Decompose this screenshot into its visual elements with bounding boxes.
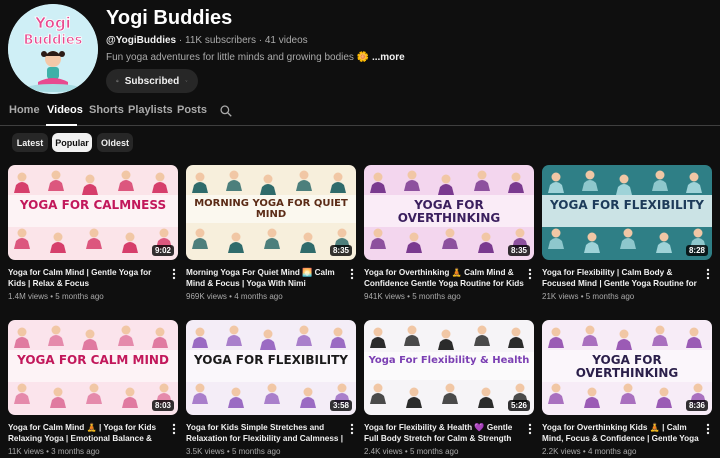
more-options-icon[interactable] — [526, 268, 534, 280]
upload-age: 4 months ago — [587, 447, 637, 456]
thumbnail-title-text: YOGA FOR FLEXIBILITY — [550, 198, 704, 212]
view-count: 1.4M views — [8, 292, 49, 301]
video-duration: 9:02 — [151, 245, 174, 256]
video-meta: 1.4M views • 5 months ago — [8, 292, 104, 301]
channel-avatar[interactable]: Yogi Buddies — [8, 4, 98, 94]
channel-meta: @YogiBuddies · 11K subscribers · 41 vide… — [106, 35, 308, 46]
thumbnail-title-text: YOGA FOR CALM MIND — [17, 353, 169, 367]
video-duration: 8:03 — [151, 400, 174, 411]
more-options-icon[interactable] — [348, 268, 356, 280]
more-options-icon[interactable] — [170, 423, 178, 435]
video-meta: 969K views • 4 months ago — [186, 292, 283, 301]
video-title[interactable]: Morning Yoga For Quiet Mind 🌅 Calm Mind … — [186, 267, 346, 289]
more-options-icon[interactable] — [526, 423, 534, 435]
bell-icon — [116, 79, 119, 83]
video-thumbnail[interactable]: YOGA FOR CALM MIND 8:03 — [8, 320, 178, 415]
channel-handle: @YogiBuddies — [106, 35, 177, 46]
more-link[interactable]: ...more — [372, 52, 405, 63]
tab-videos[interactable]: Videos — [47, 104, 83, 116]
video-thumbnail[interactable]: Yoga For Flexibility & Health 5:26 — [364, 320, 534, 415]
upload-age: 4 months ago — [234, 292, 283, 301]
video-duration: 8:28 — [685, 245, 708, 256]
thumbnail-title-text: YOGA FOR OVERTHINKING — [397, 198, 501, 225]
search-icon[interactable] — [219, 104, 233, 118]
channel-header: Yogi Buddies Yogi Buddies @YogiBuddies ·… — [8, 4, 712, 96]
video-title[interactable]: Yoga for Overthinking 🧘 Calm Mind & Conf… — [364, 267, 524, 289]
more-options-icon[interactable] — [170, 268, 178, 280]
video-duration: 5:26 — [507, 400, 530, 411]
filter-latest[interactable]: Latest — [12, 133, 48, 152]
subscribed-button[interactable]: Subscribed — [106, 69, 198, 93]
view-count: 2.2K views — [542, 447, 581, 456]
video-title[interactable]: Yoga for Kids Simple Stretches and Relax… — [186, 422, 346, 444]
subscribed-label: Subscribed — [124, 75, 180, 87]
channel-name: Yogi Buddies — [106, 7, 233, 29]
video-thumbnail[interactable]: YOGA FOR FLEXIBILITY 8:28 — [542, 165, 712, 260]
tab-home[interactable]: Home — [9, 104, 40, 116]
video-meta: 941K views • 5 months ago — [364, 292, 461, 301]
video-thumbnail[interactable]: YOGA FOR CALMNESS 9:02 — [8, 165, 178, 260]
video-meta: 11K views • 3 months ago — [8, 447, 100, 456]
video-duration: 8:35 — [507, 245, 530, 256]
description-text: Fun yoga adventures for little minds and… — [106, 52, 370, 63]
video-meta: 21K views • 5 months ago — [542, 292, 634, 301]
avatar-logo-text-2: Buddies — [24, 33, 83, 48]
upload-age: 5 months ago — [55, 292, 104, 301]
view-count: 3.5K views — [186, 447, 225, 456]
filter-oldest[interactable]: Oldest — [97, 133, 133, 152]
tab-playlists[interactable]: Playlists — [128, 104, 173, 116]
video-duration: 8:35 — [329, 245, 352, 256]
video-meta: 2.2K views • 4 months ago — [542, 447, 636, 456]
view-count: 11K views — [8, 447, 44, 456]
channel-description[interactable]: Fun yoga adventures for little minds and… — [106, 52, 405, 63]
view-count: 2.4K views — [364, 447, 403, 456]
filter-popular[interactable]: Popular — [52, 133, 92, 152]
upload-age: 5 months ago — [412, 292, 461, 301]
video-title[interactable]: Yoga for Calm Mind 🧘 | Yoga for Kids Rel… — [8, 422, 168, 444]
thumbnail-title-text: YOGA FOR CALMNESS — [19, 198, 167, 212]
subscriber-count: 11K subscribers — [185, 35, 256, 46]
video-thumbnail[interactable]: MORNING YOGA FOR QUIET MIND 8:35 — [186, 165, 356, 260]
channel-tabs: Home Videos Shorts Playlists Posts — [0, 96, 720, 126]
chevron-down-icon — [185, 80, 188, 82]
more-options-icon[interactable] — [348, 423, 356, 435]
thumbnail-title-text: MORNING YOGA FOR QUIET MIND — [194, 198, 348, 220]
video-title[interactable]: Yoga for Flexibility & Health 💜 Gentle F… — [364, 422, 524, 444]
video-thumbnail[interactable]: YOGA FOR FLEXIBILITY 3:58 — [186, 320, 356, 415]
video-thumbnail[interactable]: YOGA FOR OVERTHINKING 8:36 — [542, 320, 712, 415]
view-count: 941K views — [364, 292, 405, 301]
video-title[interactable]: Yoga for Overthinking Kids 🧘 | Calm Mind… — [542, 422, 702, 444]
video-meta: 2.4K views • 5 months ago — [364, 447, 458, 456]
video-count: 41 videos — [264, 35, 308, 46]
thumbnail-title-text: YOGA FOR FLEXIBILITY — [194, 353, 348, 367]
video-title[interactable]: Yoga for Calm Mind | Gentle Yoga for Kid… — [8, 267, 168, 289]
more-options-icon[interactable] — [704, 268, 712, 280]
video-meta: 3.5K views • 5 months ago — [186, 447, 280, 456]
upload-age: 5 months ago — [409, 447, 459, 456]
upload-age: 3 months ago — [51, 447, 100, 456]
more-options-icon[interactable] — [704, 423, 712, 435]
video-title[interactable]: Yoga for Flexibility | Calm Body & Focus… — [542, 267, 702, 289]
thumbnail-title-text: YOGA FOR OVERTHINKING — [575, 353, 679, 380]
tab-posts[interactable]: Posts — [177, 104, 207, 116]
video-duration: 8:36 — [685, 400, 708, 411]
active-tab-indicator — [46, 124, 77, 126]
thumbnail-title-text: Yoga For Flexibility & Health — [368, 355, 530, 366]
avatar-logo-text-1: Yogi — [34, 14, 71, 32]
upload-age: 5 months ago — [231, 447, 281, 456]
video-duration: 3:58 — [329, 400, 352, 411]
view-count: 21K views — [542, 292, 579, 301]
upload-age: 5 months ago — [585, 292, 635, 301]
video-thumbnail[interactable]: YOGA FOR OVERTHINKING 8:35 — [364, 165, 534, 260]
tab-shorts[interactable]: Shorts — [89, 104, 124, 116]
view-count: 969K views — [186, 292, 227, 301]
